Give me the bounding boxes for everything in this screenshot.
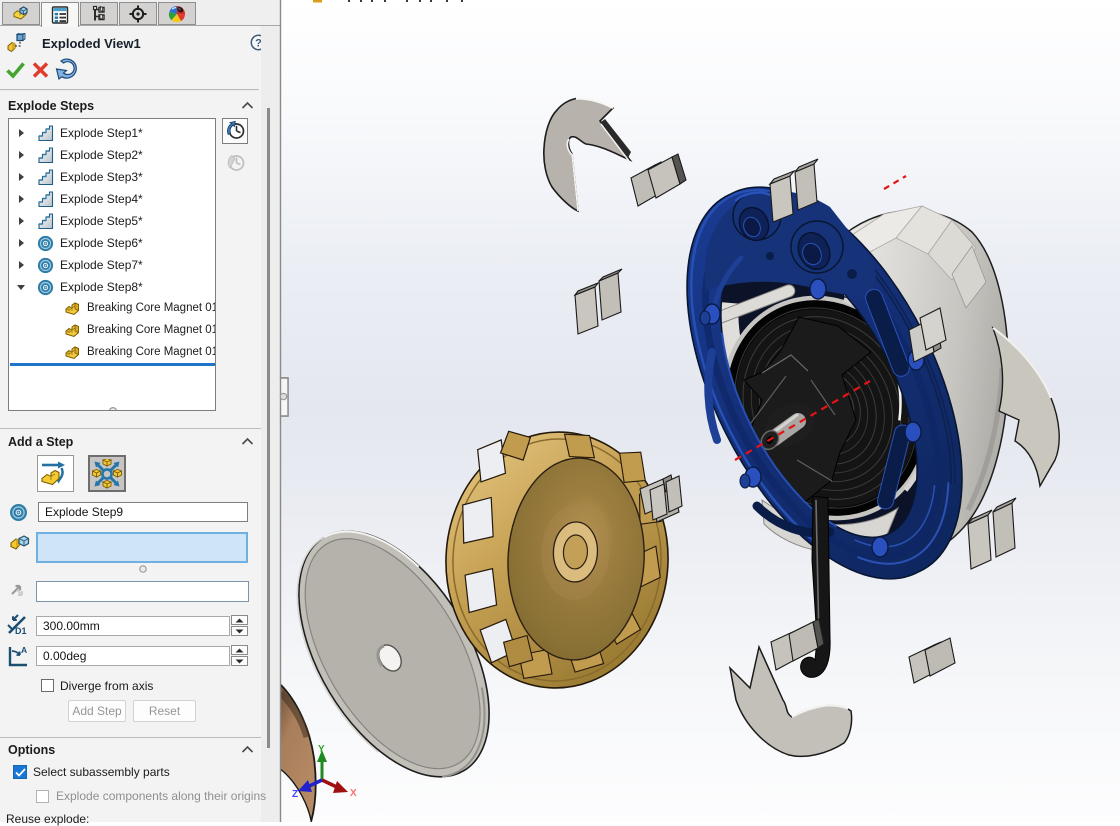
svg-text:D1: D1 [15,626,27,636]
svg-text:X: X [350,788,357,799]
svg-text:Z: Z [292,789,298,800]
svg-text:Y: Y [318,744,325,755]
svg-text:A: A [21,645,27,655]
